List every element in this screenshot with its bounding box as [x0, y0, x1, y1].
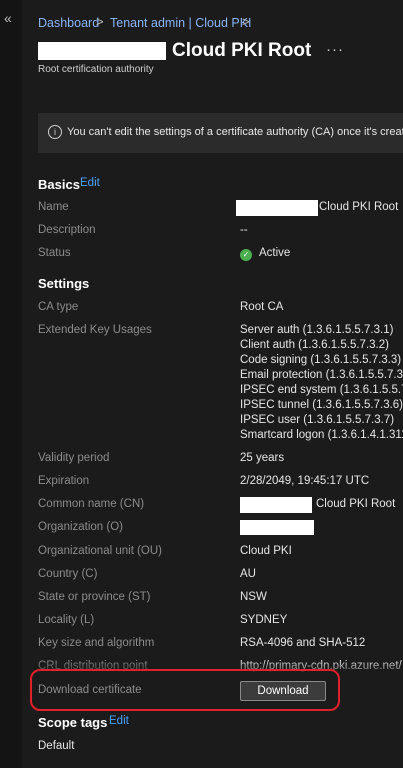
- expiration-label: Expiration: [38, 475, 90, 487]
- common-name-value: Cloud PKI Root: [316, 498, 396, 510]
- collapse-sidebar-icon[interactable]: «: [4, 10, 12, 26]
- name-value: Cloud PKI Root: [319, 201, 399, 213]
- scope-tags-edit-link[interactable]: Edit: [109, 715, 129, 727]
- state-value: NSW: [240, 591, 267, 603]
- eku-item: IPSEC end system (1.3.6.1.5.5.7.3.5): [240, 384, 403, 396]
- chevron-right-icon: >: [96, 14, 104, 29]
- redacted-title-prefix: [38, 42, 166, 60]
- redacted-name-prefix: [236, 200, 318, 216]
- key-size-label: Key size and algorithm: [38, 637, 155, 649]
- breadcrumb-dashboard-link[interactable]: Dashboard: [38, 16, 99, 30]
- info-banner-text: You can't edit the settings of a certifi…: [67, 126, 403, 138]
- eku-item: IPSEC user (1.3.6.1.5.5.7.3.7): [240, 414, 395, 426]
- scope-tags-heading: Scope tags: [38, 715, 108, 730]
- locality-label: Locality (L): [38, 614, 95, 626]
- status-value: Active: [259, 247, 291, 259]
- description-label: Description: [38, 224, 96, 236]
- basics-edit-link[interactable]: Edit: [80, 177, 100, 189]
- main-content: Dashboard > Tenant admin | Cloud PKI > C…: [22, 0, 403, 768]
- validity-label: Validity period: [38, 452, 110, 464]
- locality-value: SYDNEY: [240, 614, 288, 626]
- highlight-annotation: [30, 669, 340, 711]
- info-icon: i: [48, 125, 62, 139]
- state-label: State or province (ST): [38, 591, 151, 603]
- scope-tags-value: Default: [38, 740, 75, 752]
- country-label: Country (C): [38, 568, 98, 580]
- eku-item: Server auth (1.3.6.1.5.5.7.3.1): [240, 324, 394, 336]
- info-banner: i You can't edit the settings of a certi…: [38, 113, 403, 153]
- validity-value: 25 years: [240, 452, 285, 464]
- redacted-organization-value: [240, 520, 314, 535]
- org-unit-label: Organizational unit (OU): [38, 545, 162, 557]
- eku-label: Extended Key Usages: [38, 324, 152, 336]
- org-unit-value: Cloud PKI: [240, 545, 292, 557]
- page-title: Cloud PKI Root: [172, 40, 312, 61]
- eku-item: Smartcard logon (1.3.6.1.4.1.311.20.2.2): [240, 429, 403, 441]
- common-name-label: Common name (CN): [38, 498, 145, 510]
- country-value: AU: [240, 568, 256, 580]
- ca-type-label: CA type: [38, 301, 79, 313]
- page-subtitle: Root certification authority: [38, 64, 154, 75]
- breadcrumb-cloud-pki-link[interactable]: Tenant admin | Cloud PKI: [110, 16, 252, 30]
- status-label: Status: [38, 247, 71, 259]
- eku-item: Code signing (1.3.6.1.5.5.7.3.3): [240, 354, 402, 366]
- left-nav-bar: «: [0, 0, 22, 768]
- more-options-icon[interactable]: ···: [326, 41, 344, 58]
- check-circle-icon: ✓: [240, 249, 252, 261]
- key-size-value: RSA-4096 and SHA-512: [240, 637, 366, 649]
- ca-type-value: Root CA: [240, 301, 284, 313]
- basics-heading: Basics: [38, 177, 80, 192]
- eku-item: IPSEC tunnel (1.3.6.1.5.5.7.3.6): [240, 399, 403, 411]
- expiration-value: 2/28/2049, 19:45:17 UTC: [240, 475, 370, 487]
- name-label: Name: [38, 201, 69, 213]
- description-value: --: [240, 224, 248, 236]
- redacted-cn-prefix: [240, 497, 312, 513]
- eku-item: Client auth (1.3.6.1.5.5.7.3.2): [240, 339, 389, 351]
- organization-label: Organization (O): [38, 521, 124, 533]
- settings-heading: Settings: [38, 276, 90, 291]
- chevron-right-icon: >: [242, 14, 250, 29]
- eku-item: Email protection (1.3.6.1.5.5.7.3.4): [240, 369, 403, 381]
- eku-list: Server auth (1.3.6.1.5.5.7.3.1) Client a…: [240, 324, 403, 444]
